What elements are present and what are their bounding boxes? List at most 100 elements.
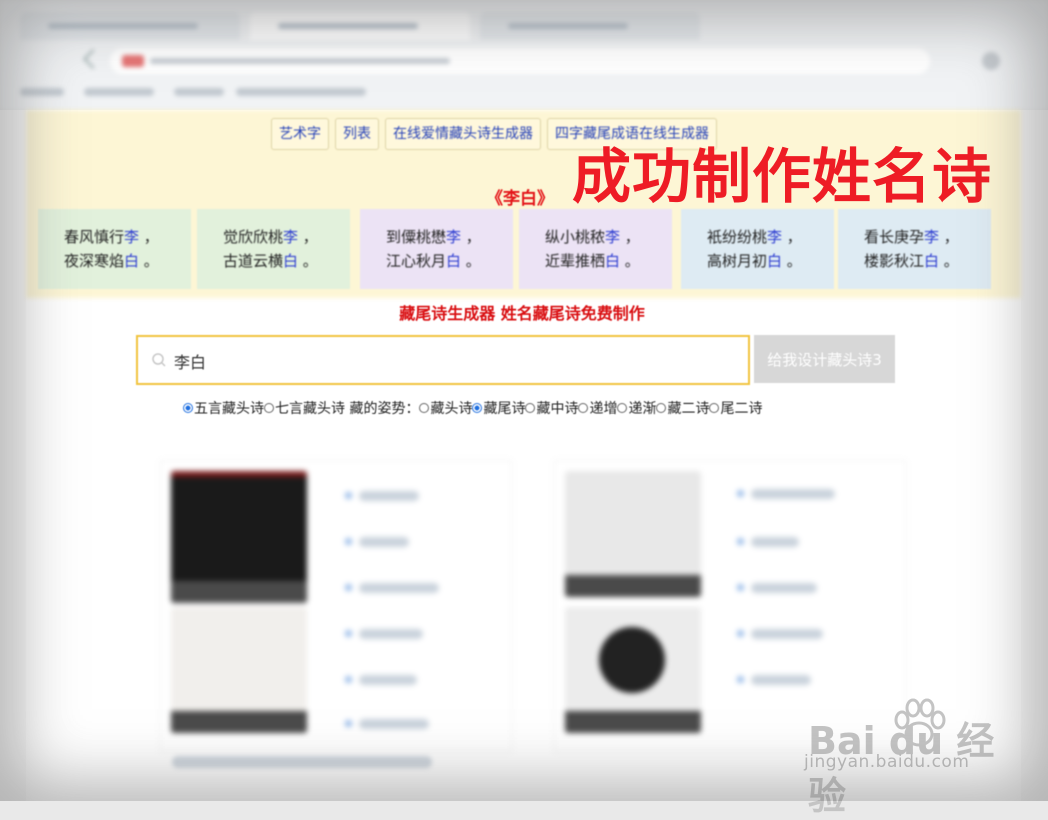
- poem-punctuation: ，: [298, 228, 318, 246]
- posture-label: 藏的姿势：: [345, 401, 420, 417]
- radio-option[interactable]: 递渐: [617, 398, 656, 418]
- poem-punctuation: ，: [939, 228, 959, 246]
- radio-option[interactable]: 七言藏头诗: [264, 398, 345, 418]
- poem-punctuation: ，: [461, 228, 481, 246]
- browser-tab[interactable]: [250, 12, 470, 40]
- list-item[interactable]: [345, 629, 423, 639]
- poem-text: 衹纷纷桃: [707, 228, 768, 246]
- poem-punctuation: ，: [620, 228, 640, 246]
- site-logo-icon: [122, 55, 144, 67]
- radio-button[interactable]: [525, 403, 536, 413]
- radio-button[interactable]: [709, 403, 720, 413]
- radio-button[interactable]: [578, 403, 589, 413]
- radio-label: 尾二诗: [720, 401, 763, 417]
- radio-option[interactable]: 藏头诗: [419, 398, 472, 418]
- list-item[interactable]: [737, 583, 817, 593]
- poem-line: 春风慎行李 ，: [64, 225, 191, 249]
- bookmark-item[interactable]: [84, 88, 154, 96]
- poem-line: 夜深寒焰白 。: [64, 249, 191, 273]
- radio-option[interactable]: 藏中诗: [525, 398, 578, 418]
- baidu-jingyan-watermark: Bai du 经验 jingyan.baidu.com: [800, 698, 1000, 818]
- tab-bar: [20, 12, 1000, 40]
- radio-option[interactable]: 五言藏头诗: [183, 398, 264, 418]
- radio-label: 藏头诗: [430, 401, 473, 417]
- radio-button[interactable]: [183, 403, 193, 413]
- thumbnail-image[interactable]: [565, 471, 701, 597]
- poem-hidden-char: 白: [924, 252, 940, 270]
- list-item[interactable]: [737, 489, 835, 499]
- poem-title: 《李白》: [486, 189, 554, 209]
- poem-punctuation: ，: [782, 228, 802, 246]
- poem-hidden-char: 李: [605, 228, 621, 246]
- browser-tab[interactable]: [480, 12, 700, 40]
- footer-text: [172, 756, 432, 768]
- list-item[interactable]: [345, 537, 409, 547]
- thumbnail-image[interactable]: [565, 607, 701, 733]
- radio-button[interactable]: [656, 403, 667, 413]
- poem-text: 近辈推栖: [545, 252, 606, 270]
- bookmark-item[interactable]: [174, 88, 224, 96]
- nav-link-art-text[interactable]: 艺术字: [271, 118, 329, 150]
- list-item[interactable]: [737, 629, 823, 639]
- radio-button[interactable]: [472, 403, 483, 413]
- generate-button[interactable]: 给我设计藏头诗3: [754, 335, 895, 383]
- menu-icon[interactable]: [982, 52, 1000, 70]
- poem-punctuation: 。: [620, 252, 640, 270]
- poem-line: 楼影秋江白 。: [864, 249, 991, 273]
- poem-line: 纵小桃秾李 ，: [545, 225, 672, 249]
- browser-chrome: [0, 0, 1048, 110]
- radio-label: 藏中诗: [536, 401, 579, 417]
- results-grid: [150, 460, 910, 760]
- poem-text: 觉欣欣桃: [223, 228, 284, 246]
- poem-card: 到僳桃懋李 ，江心秋月白 。: [360, 209, 513, 289]
- poem-line: 近辈推栖白 。: [545, 249, 672, 273]
- radio-label: 藏二诗: [667, 401, 710, 417]
- poem-punctuation: 。: [939, 252, 959, 270]
- thumbnail-image[interactable]: [171, 471, 307, 603]
- poem-line: 到僳桃懋李 ，: [386, 225, 513, 249]
- search-icon: [152, 353, 166, 367]
- poem-hidden-char: 白: [283, 252, 299, 270]
- list-item[interactable]: [345, 675, 417, 685]
- poem-text: 看长庚孕: [864, 228, 925, 246]
- poem-hidden-char: 李: [446, 228, 462, 246]
- back-icon[interactable]: [83, 49, 103, 69]
- poem-line: 高树月初白 。: [707, 249, 834, 273]
- list-item[interactable]: [737, 537, 799, 547]
- poem-hidden-char: 白: [124, 252, 140, 270]
- poem-hidden-char: 李: [124, 228, 140, 246]
- radio-button[interactable]: [264, 403, 274, 413]
- poem-hidden-char: 李: [767, 228, 783, 246]
- nav-link-love-acrostic[interactable]: 在线爱情藏头诗生成器: [385, 118, 541, 150]
- bookmark-item[interactable]: [20, 88, 64, 96]
- poem-card: 看长庚孕李 ，楼影秋江白 。: [838, 209, 991, 289]
- poem-text: 楼影秋江: [864, 252, 925, 270]
- list-item[interactable]: [345, 583, 439, 593]
- radio-button[interactable]: [617, 403, 628, 413]
- radio-option[interactable]: 藏尾诗: [472, 398, 525, 418]
- radio-label: 藏尾诗: [483, 401, 526, 417]
- thumbnail-image[interactable]: [171, 607, 307, 733]
- list-item[interactable]: [737, 675, 811, 685]
- name-input[interactable]: [172, 345, 736, 377]
- browser-tab[interactable]: [20, 12, 240, 40]
- list-item[interactable]: [345, 491, 419, 501]
- list-item[interactable]: [345, 719, 429, 729]
- poem-text: 古道云横: [223, 252, 284, 270]
- radio-label: 递增: [589, 401, 618, 417]
- poem-hidden-char: 李: [283, 228, 299, 246]
- poem-hidden-char: 李: [924, 228, 940, 246]
- poem-punctuation: ，: [139, 228, 159, 246]
- radio-option[interactable]: 尾二诗: [709, 398, 762, 418]
- nav-link-list[interactable]: 列表: [335, 118, 379, 150]
- poem-text: 春风慎行: [64, 228, 125, 246]
- radio-option[interactable]: 递增: [578, 398, 617, 418]
- poem-hidden-char: 白: [767, 252, 783, 270]
- poem-line: 古道云横白 。: [223, 249, 350, 273]
- radio-button[interactable]: [419, 403, 430, 413]
- radio-option[interactable]: 藏二诗: [656, 398, 709, 418]
- poem-line: 看长庚孕李 ，: [864, 225, 991, 249]
- address-bar[interactable]: [110, 48, 930, 74]
- bookmark-item[interactable]: [236, 88, 366, 96]
- page-subtitle: 藏尾诗生成器 姓名藏尾诗免费制作: [399, 304, 645, 323]
